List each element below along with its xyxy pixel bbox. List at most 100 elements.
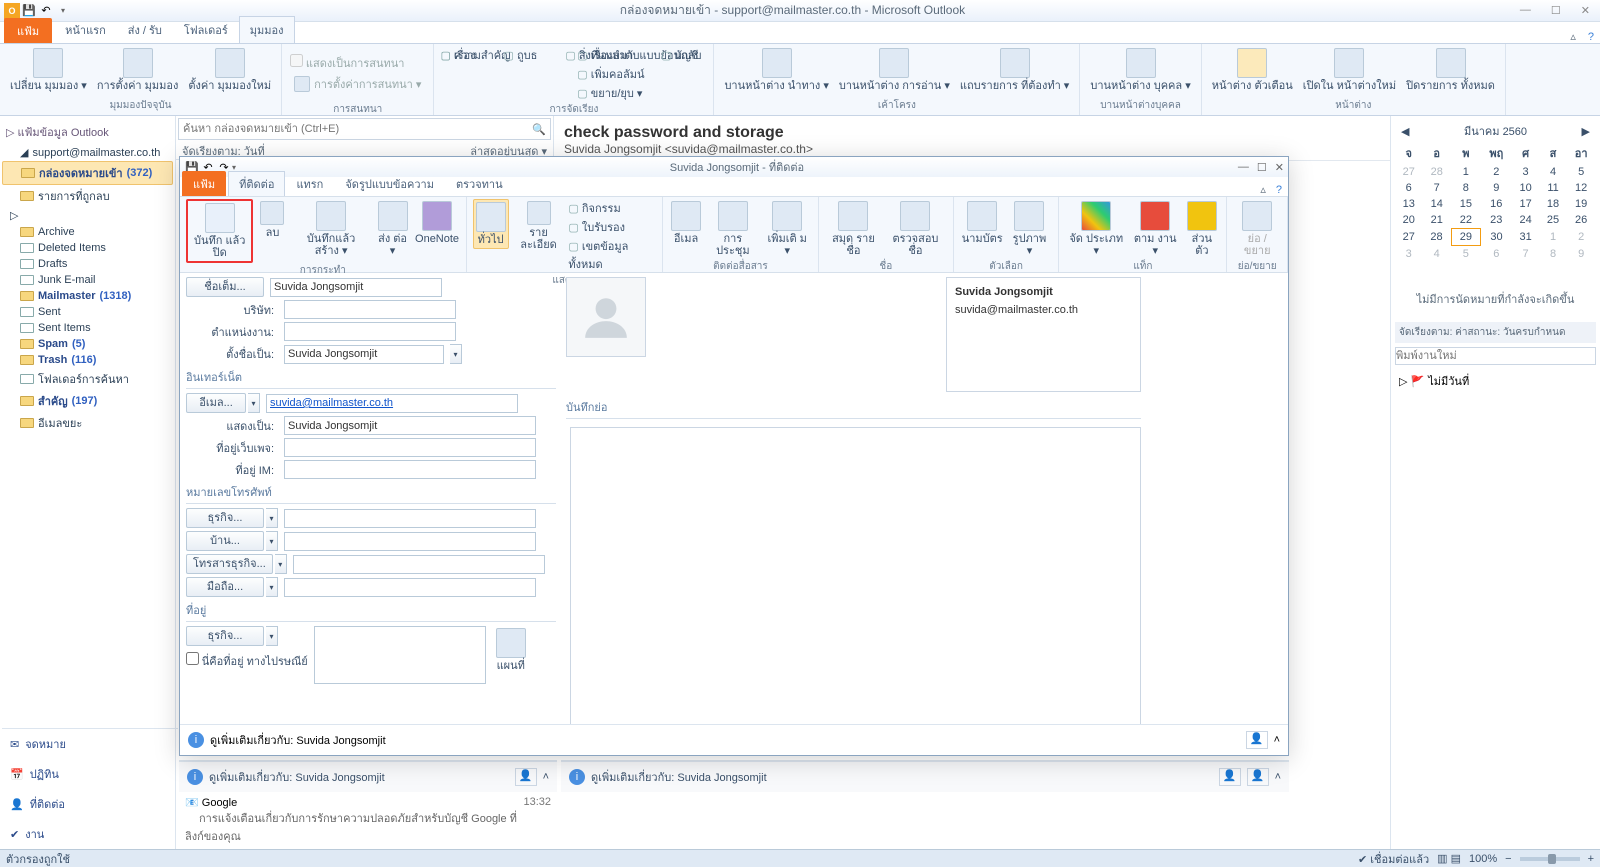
new-task-input[interactable]: [1395, 347, 1596, 365]
change-view-button[interactable]: เปลี่ยน มุมมอง ▾: [6, 46, 91, 94]
task-sort-header[interactable]: จัดเรียงตาม: ค่าสถานะ: วันครบกำหนด: [1395, 322, 1596, 343]
address-input[interactable]: [314, 626, 486, 684]
fileas-dropdown[interactable]: ▾: [450, 344, 462, 364]
nav-archive[interactable]: Archive: [2, 224, 173, 240]
nav-junk[interactable]: Junk E-mail: [2, 272, 173, 288]
email-type-button[interactable]: อีเมล...: [186, 393, 246, 413]
check-names-button[interactable]: ตรวจสอบ ชื่อ: [884, 199, 947, 259]
search-input[interactable]: [183, 123, 532, 135]
cw-tab-insert[interactable]: แทรก: [285, 171, 334, 196]
reading-pane-button[interactable]: บานหน้าต่าง การอ่าน ▾: [835, 46, 954, 94]
view-settings-button[interactable]: การตั้งค่า มุมมอง: [93, 46, 183, 94]
undo-qat-icon[interactable]: ↶: [38, 3, 54, 19]
cw-maximize[interactable]: ☐: [1257, 161, 1267, 174]
phone-mobile-button[interactable]: มือถือ...: [186, 577, 264, 597]
zoom-out[interactable]: −: [1505, 853, 1511, 865]
full-name-input[interactable]: [270, 278, 442, 297]
business-card-button[interactable]: นามบัตร: [960, 199, 1005, 247]
display-as-input[interactable]: [284, 416, 536, 435]
mini-calendar[interactable]: จอพพฤศสอา 272812345 6789101112 131415161…: [1395, 142, 1596, 262]
nav-important[interactable]: สำคัญ (197): [2, 390, 173, 412]
cw-minimize[interactable]: —: [1238, 161, 1249, 174]
nav-account[interactable]: ◢ support@mailmaster.co.th: [2, 144, 173, 161]
reset-view-button[interactable]: ตั้งค่า มุมมองใหม่: [184, 46, 275, 94]
phone-business-button[interactable]: ธุรกิจ...: [186, 508, 264, 528]
business-card-preview[interactable]: Suvida Jongsomjit suvida@mailmaster.co.t…: [946, 277, 1141, 392]
cw-info-collapse[interactable]: ˄: [1274, 734, 1280, 746]
cw-tab-file[interactable]: แฟ้ม: [182, 171, 226, 196]
close-all-button[interactable]: ปิดรายการ ทั้งหมด: [1402, 46, 1499, 94]
cw-tab-review[interactable]: ตรวจทาน: [445, 171, 514, 196]
contact-info-bar[interactable]: i ดูเพิ่มเติมเกี่ยวกับ: Suvida Jongsomji…: [180, 724, 1288, 755]
save-close-button[interactable]: บันทึก แล้วปิด: [186, 199, 253, 263]
list-collapse-icon[interactable]: ˄: [543, 771, 549, 783]
phone-mobile-input[interactable]: [284, 578, 536, 597]
nav-mailmaster[interactable]: Mailmaster (1318): [2, 288, 173, 304]
nav-calendar[interactable]: 📅 ปฏิทิน: [2, 759, 176, 789]
save-qat-icon[interactable]: 💾: [21, 3, 37, 19]
todo-bar-button[interactable]: แถบรายการ ที่ต้องทำ ▾: [956, 46, 1073, 94]
open-new-window-button[interactable]: เปิดใน หน้าต่างใหม่: [1299, 46, 1400, 94]
email-type-dd[interactable]: ▾: [248, 393, 260, 413]
cal-prev[interactable]: ◀: [1401, 125, 1409, 138]
ribbon-min-icon[interactable]: ▵: [1564, 30, 1582, 43]
nav-search-folders[interactable]: โฟลเดอร์การค้นหา: [2, 368, 173, 390]
zoom-button[interactable]: ย่อ /ขยาย: [1233, 199, 1281, 259]
general-view-button[interactable]: ทั่วไป: [473, 199, 509, 249]
contact-photo[interactable]: [566, 277, 646, 357]
nav-inbox[interactable]: กล่องจดหมายเข้า (372): [2, 161, 173, 185]
nav-junk2[interactable]: อีเมลขยะ: [2, 412, 173, 434]
maximize-button[interactable]: ☐: [1545, 4, 1567, 17]
company-input[interactable]: [284, 300, 456, 319]
people-pane-button[interactable]: บานหน้าต่าง บุคคล ▾: [1086, 46, 1194, 94]
phone-business-input[interactable]: [284, 509, 536, 528]
nav-sent-items[interactable]: Sent Items: [2, 320, 173, 336]
nav-outlook-data[interactable]: ▷ แฟ้มข้อมูล Outlook: [2, 120, 173, 144]
nav-spam[interactable]: Spam (5): [2, 336, 173, 352]
save-new-button[interactable]: บันทึกแล้ว สร้าง ▾: [291, 199, 370, 259]
reminders-window-button[interactable]: หน้าต่าง ตัวเตือน: [1208, 46, 1297, 94]
address-type-button[interactable]: ธุรกิจ...: [186, 626, 264, 646]
nav-pane-button[interactable]: บานหน้าต่าง นำทาง ▾: [720, 46, 832, 94]
nav-mail[interactable]: ✉ จดหมาย: [2, 729, 176, 759]
email-button[interactable]: อีเมล: [669, 199, 703, 247]
tab-folder[interactable]: โฟลเดอร์: [173, 16, 239, 43]
all-fields-button[interactable]: เขตข้อมูลทั้งหมด: [568, 237, 650, 273]
nav-contacts[interactable]: 👤 ที่ติดต่อ: [2, 789, 176, 819]
tab-sendrecv[interactable]: ส่ง / รับ: [117, 16, 173, 43]
map-button[interactable]: แผนที่: [492, 626, 530, 674]
tab-view[interactable]: มุมมอง: [239, 16, 295, 43]
nav-deleted-items[interactable]: Deleted Items: [2, 240, 173, 256]
cw-help-icon[interactable]: ?: [1270, 184, 1288, 196]
zoom-in[interactable]: +: [1588, 853, 1594, 865]
help-icon[interactable]: ?: [1582, 31, 1600, 43]
im-input[interactable]: [284, 460, 536, 479]
nav-deleted-local[interactable]: รายการที่ถูกลบ: [2, 185, 173, 207]
phone-home-input[interactable]: [284, 532, 536, 551]
cw-close[interactable]: ✕: [1275, 161, 1284, 174]
search-box[interactable]: 🔍: [178, 118, 551, 140]
picture-button[interactable]: รูปภาพ ▾: [1007, 199, 1053, 259]
notes-textarea[interactable]: [570, 427, 1141, 724]
message-row[interactable]: 📧 Google การแจ้งเตือนเกี่ยวกับการรักษาคว…: [179, 792, 557, 850]
details-view-button[interactable]: รายละเอียด: [511, 199, 567, 253]
full-name-button[interactable]: ชื่อเต็ม...: [186, 277, 264, 297]
private-button[interactable]: ส่วนตัว: [1183, 199, 1220, 259]
categorize-button[interactable]: จัด ประเภท ▾: [1065, 199, 1127, 259]
cw-ribbon-min-icon[interactable]: ▵: [1256, 183, 1270, 196]
delete-button[interactable]: ลบ: [255, 199, 289, 241]
cal-next[interactable]: ▶: [1582, 125, 1590, 138]
more-comm-button[interactable]: เพิ่มเติ ม ▾: [763, 199, 812, 259]
task-group-nodate[interactable]: ▷ 🚩 ไม่มีวันที่: [1395, 369, 1596, 393]
cw-tab-contact[interactable]: ที่ติดต่อ: [228, 171, 285, 196]
phone-fax-input[interactable]: [293, 555, 545, 574]
nav-drafts[interactable]: Drafts: [2, 256, 173, 272]
forward-button[interactable]: ส่ง ต่อ ▾: [373, 199, 413, 259]
list-info-bar[interactable]: i ดูเพิ่มเติมเกี่ยวกับ: Suvida Jongsomji…: [179, 761, 557, 792]
jobtitle-input[interactable]: [284, 322, 456, 341]
mailing-address-checkbox[interactable]: [186, 652, 199, 665]
phone-home-button[interactable]: บ้าน...: [186, 531, 264, 551]
fileas-input[interactable]: [284, 345, 444, 364]
view-icons[interactable]: ▥ ▤: [1437, 852, 1461, 865]
minimize-button[interactable]: —: [1514, 4, 1537, 17]
